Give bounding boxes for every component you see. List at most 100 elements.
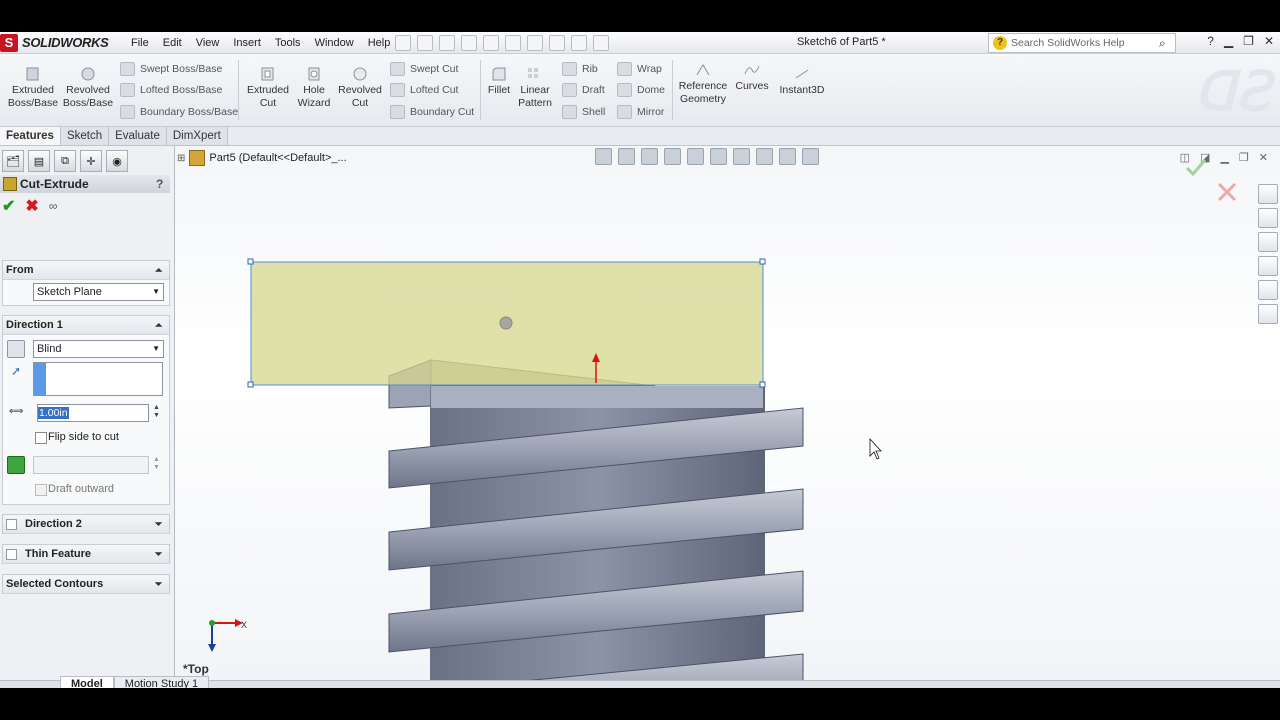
- search-box[interactable]: ? Search SolidWorks Help ⌕: [988, 33, 1176, 53]
- depth-spinner[interactable]: ▲ ▼: [153, 404, 160, 420]
- draft-on-off-icon[interactable]: [7, 456, 25, 474]
- shell-button[interactable]: Shell: [562, 105, 605, 119]
- menu-help[interactable]: Help: [361, 37, 398, 49]
- help-icon[interactable]: ?: [156, 177, 170, 191]
- menu-insert[interactable]: Insert: [226, 37, 268, 49]
- design-library-icon[interactable]: [1258, 208, 1278, 228]
- revolved-boss-button[interactable]: Revolved Boss/Base: [62, 66, 114, 110]
- direction-selection-box[interactable]: [33, 362, 163, 396]
- feature-manager-icon[interactable]: 🗂: [2, 150, 24, 172]
- property-manager-icon[interactable]: ▤: [28, 150, 50, 172]
- close-icon[interactable]: ✕: [1264, 34, 1274, 48]
- open-icon[interactable]: [439, 35, 455, 51]
- tab-motion-study[interactable]: Motion Study 1: [113, 676, 210, 688]
- curves-button[interactable]: Curves: [734, 62, 770, 93]
- solidworks-resources-icon[interactable]: [1258, 184, 1278, 204]
- rebuild-icon[interactable]: [549, 35, 565, 51]
- lofted-boss-button[interactable]: Lofted Boss/Base: [120, 83, 222, 97]
- fillet-button[interactable]: Fillet: [484, 66, 514, 97]
- appearances-icon[interactable]: [1258, 280, 1278, 300]
- select-icon[interactable]: [527, 35, 543, 51]
- tab-evaluate[interactable]: Evaluate: [109, 127, 167, 145]
- menu-tools[interactable]: Tools: [268, 37, 308, 49]
- direction1-group-header[interactable]: Direction 1 ⏶: [3, 316, 169, 335]
- extruded-cut-button[interactable]: Extruded Cut: [244, 66, 292, 110]
- pin-icon[interactable]: [395, 35, 411, 51]
- display-manager-icon[interactable]: ◉: [106, 150, 128, 172]
- save-icon[interactable]: [461, 35, 477, 51]
- revolved-cut-button[interactable]: Revolved Cut: [336, 66, 384, 110]
- sketch-handle[interactable]: [759, 258, 766, 265]
- solidworks-logo[interactable]: S SOLIDWORKS: [0, 33, 109, 52]
- dome-button[interactable]: Dome: [617, 83, 665, 97]
- view-palette-icon[interactable]: [1258, 256, 1278, 276]
- swept-boss-button[interactable]: Swept Boss/Base: [120, 62, 222, 76]
- swept-cut-button[interactable]: Swept Cut: [390, 62, 458, 76]
- thin-feature-group-header[interactable]: Thin Feature ⏷: [3, 545, 169, 564]
- reference-geometry-button[interactable]: Reference Geometry: [676, 62, 730, 106]
- new-document-icon[interactable]: [417, 35, 433, 51]
- options-icon[interactable]: [593, 35, 609, 51]
- sketch-handle[interactable]: [247, 258, 254, 265]
- menu-view[interactable]: View: [189, 37, 227, 49]
- collapse-icon[interactable]: ⏶: [155, 320, 169, 331]
- wrap-button[interactable]: Wrap: [617, 62, 662, 76]
- depth-value: 1.00in: [38, 407, 69, 419]
- boundary-cut-button[interactable]: Boundary Cut: [390, 105, 474, 119]
- sketch-handle[interactable]: [759, 381, 766, 388]
- tab-sketch[interactable]: Sketch: [60, 127, 110, 145]
- print-icon[interactable]: [483, 35, 499, 51]
- hole-wizard-button[interactable]: Hole Wizard: [294, 66, 334, 110]
- linear-pattern-button[interactable]: Linear Pattern: [516, 66, 554, 110]
- configuration-manager-icon[interactable]: ⧉: [54, 150, 76, 172]
- tab-dimxpert[interactable]: DimXpert: [166, 127, 228, 145]
- from-select[interactable]: Sketch Plane ▼: [33, 283, 164, 301]
- rib-button[interactable]: Rib: [562, 62, 598, 76]
- flip-side-checkbox[interactable]: [35, 432, 47, 444]
- lofted-cut-button[interactable]: Lofted Cut: [390, 83, 458, 97]
- draft-button[interactable]: Draft: [562, 83, 605, 97]
- graphics-area[interactable]: ⊞ Part5 (Default<<Default>_... ◫ ◪ ▁ ❐ ✕: [175, 146, 1280, 680]
- end-condition-select[interactable]: Blind ▼: [33, 340, 164, 358]
- direction2-group-header[interactable]: Direction 2 ⏷: [3, 515, 169, 534]
- reverse-direction-icon[interactable]: [7, 340, 25, 358]
- undo-icon[interactable]: [505, 35, 521, 51]
- confirm-corner-cancel-icon[interactable]: [1217, 182, 1237, 202]
- draft-angle-spinner[interactable]: ▲ ▼: [153, 456, 160, 472]
- instant3d-button[interactable]: Instant3D: [778, 66, 826, 97]
- from-group-header[interactable]: From ⏶: [3, 261, 169, 280]
- minimize-icon[interactable]: ▁: [1224, 34, 1233, 48]
- menu-edit[interactable]: Edit: [156, 37, 189, 49]
- boundary-boss-button[interactable]: Boundary Boss/Base: [120, 105, 238, 119]
- restore-icon[interactable]: ❐: [1243, 34, 1254, 48]
- custom-properties-icon[interactable]: [1258, 304, 1278, 324]
- expand-icon[interactable]: ⏷: [155, 549, 169, 560]
- file-properties-icon[interactable]: [571, 35, 587, 51]
- search-input[interactable]: Search SolidWorks Help: [1011, 37, 1159, 49]
- collapse-icon[interactable]: ⏶: [155, 265, 169, 276]
- menu-file[interactable]: File: [124, 37, 156, 49]
- extruded-boss-button[interactable]: Extruded Boss/Base: [6, 66, 60, 110]
- search-icon[interactable]: ⌕: [1159, 36, 1175, 51]
- sketch-handle[interactable]: [247, 381, 254, 388]
- depth-input[interactable]: 1.00in: [37, 404, 149, 422]
- confirm-corner-ok-icon[interactable]: [1185, 159, 1207, 177]
- cancel-x-icon[interactable]: ✖: [25, 196, 38, 216]
- thin-feature-checkbox[interactable]: [6, 548, 17, 560]
- menu-window[interactable]: Window: [308, 37, 361, 49]
- expand-icon[interactable]: ⏷: [155, 519, 169, 530]
- detailed-preview-icon[interactable]: ∞: [49, 199, 58, 213]
- draft-outward-checkbox[interactable]: [35, 484, 47, 496]
- ok-check-icon[interactable]: ✔: [2, 196, 15, 216]
- tab-model[interactable]: Model: [60, 676, 114, 688]
- selected-contours-group-header[interactable]: Selected Contours ⏷: [3, 575, 169, 594]
- file-explorer-icon[interactable]: [1258, 232, 1278, 252]
- direction2-checkbox[interactable]: [6, 518, 17, 530]
- draft-angle-input[interactable]: [33, 456, 149, 474]
- expand-icon[interactable]: ⏷: [155, 579, 169, 590]
- dimxpert-manager-icon[interactable]: ✛: [80, 150, 102, 172]
- help-menu-icon[interactable]: ?: [1207, 34, 1214, 48]
- tab-features[interactable]: Features: [0, 127, 61, 145]
- mirror-button[interactable]: Mirror: [617, 105, 664, 119]
- quick-access-toolbar: [395, 35, 609, 51]
